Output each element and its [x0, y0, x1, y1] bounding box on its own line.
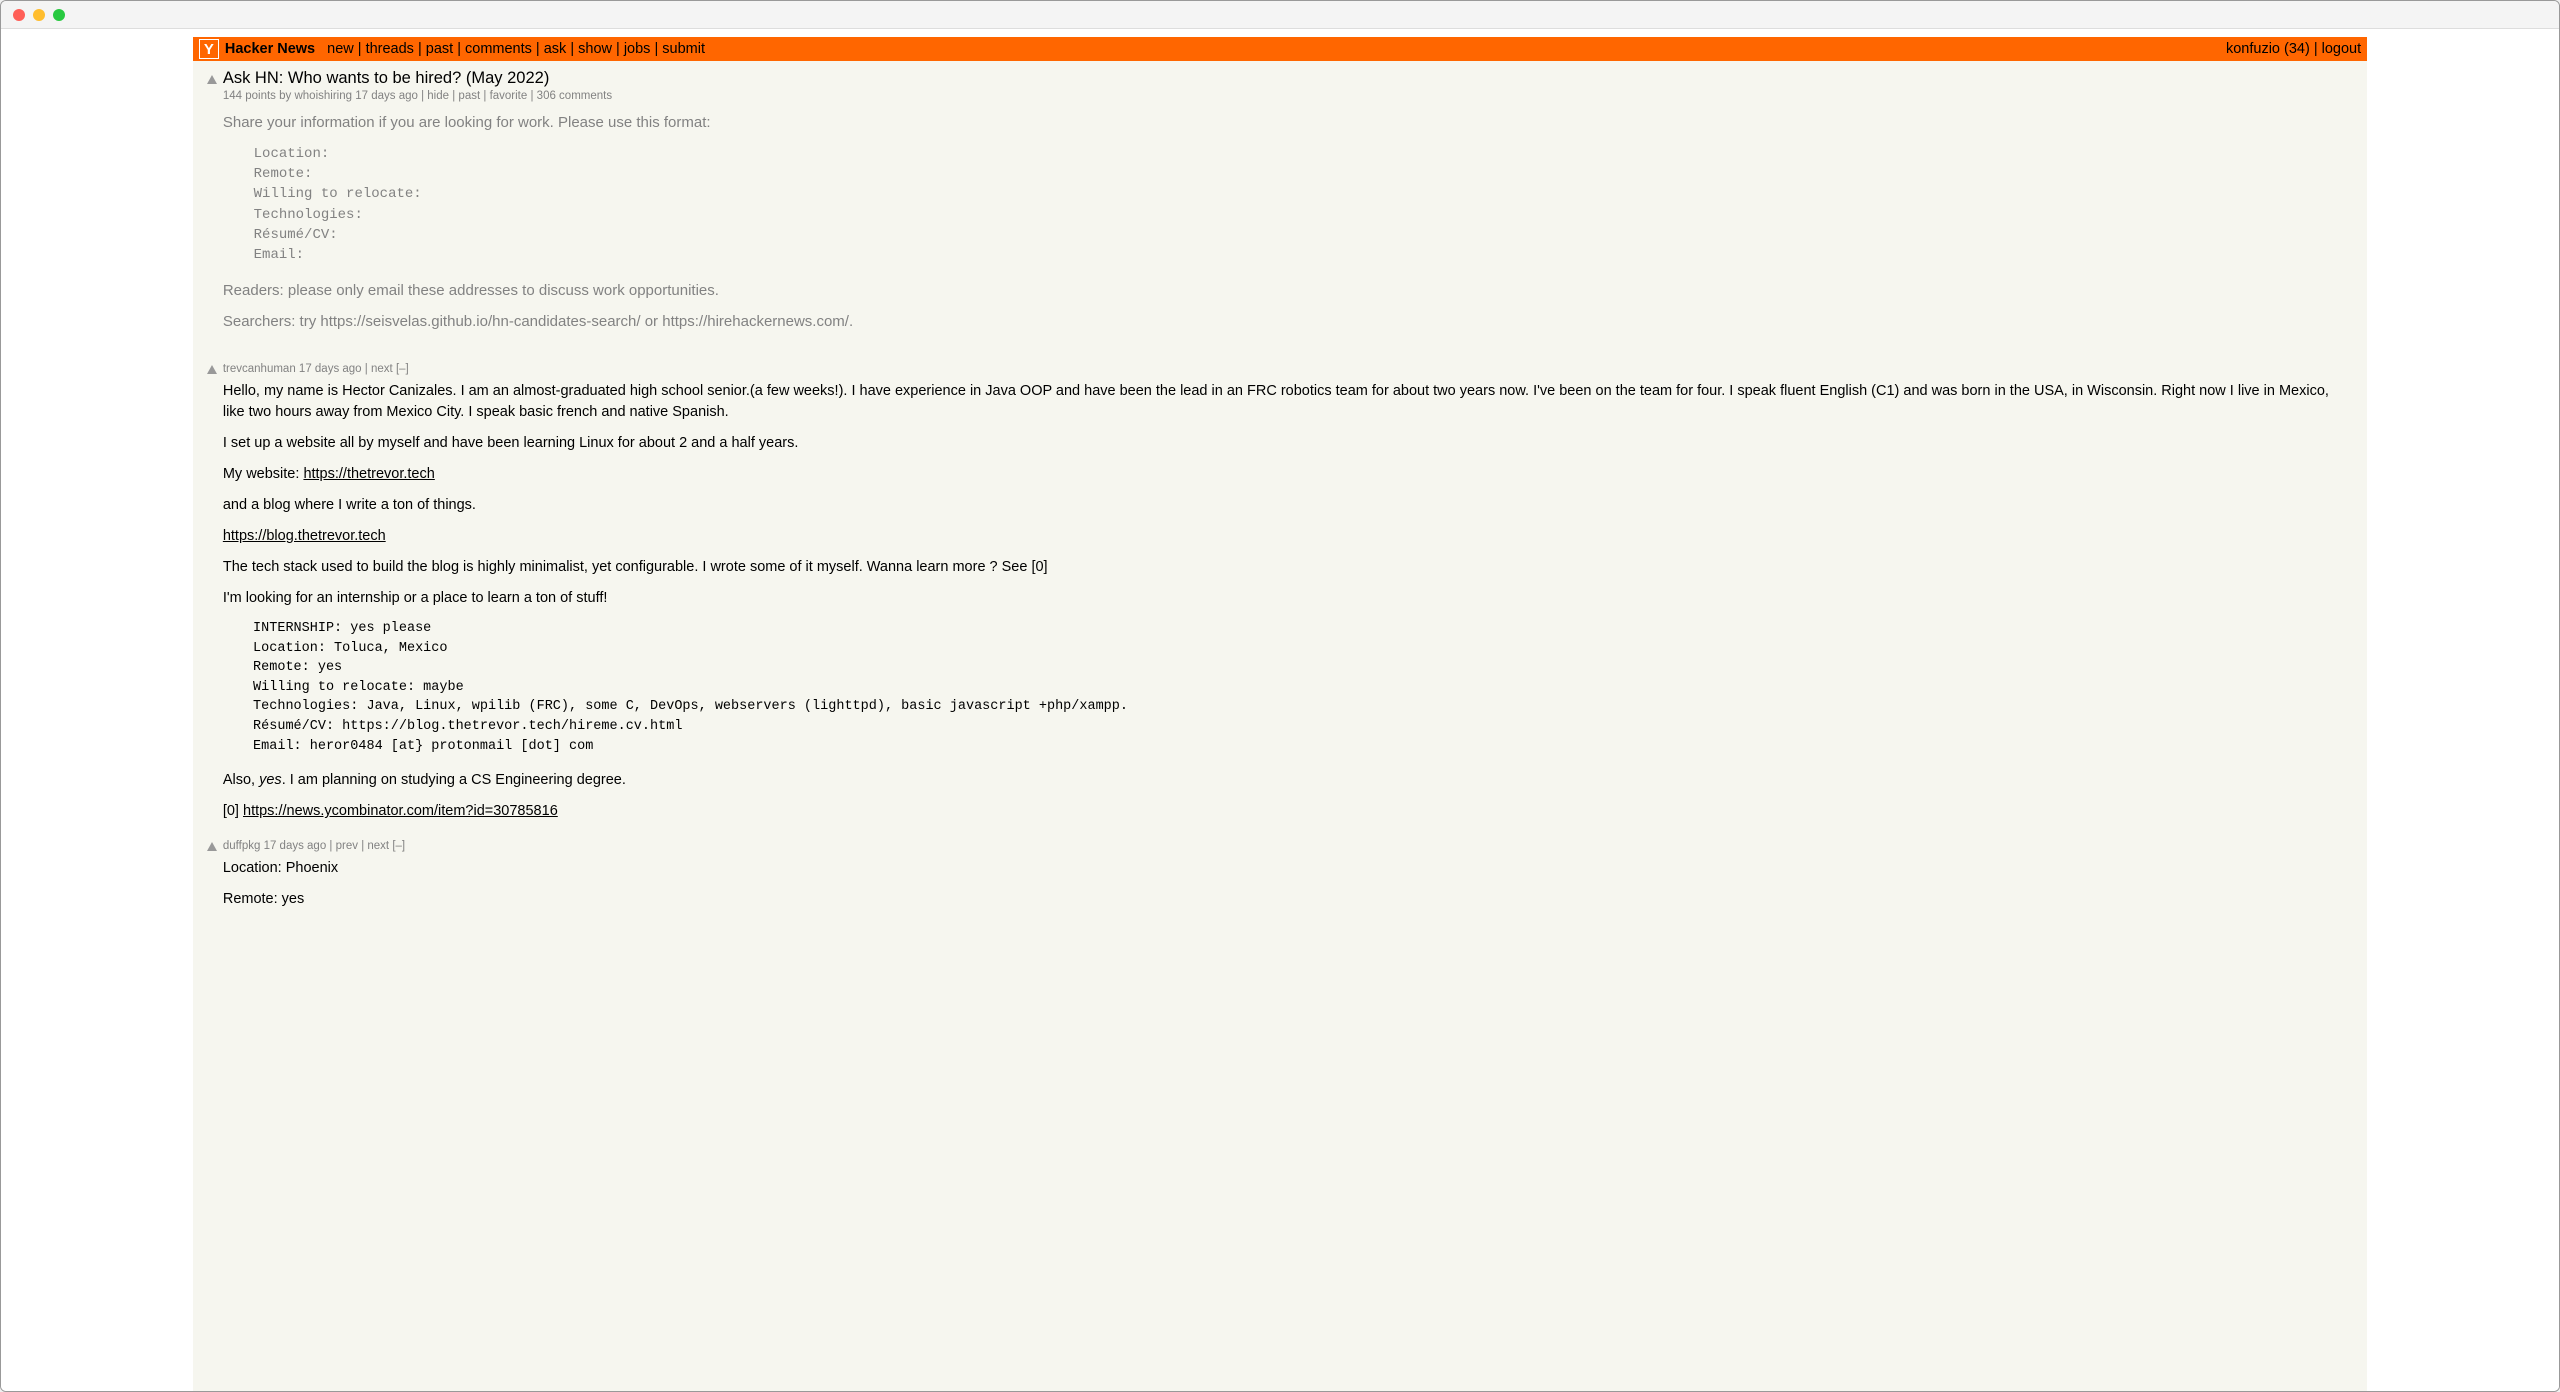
- main-content: Ask HN: Who wants to be hired? (May 2022…: [193, 61, 2367, 950]
- story-subtext: 144 points by whoishiring 17 days ago | …: [223, 90, 2353, 102]
- blog-link[interactable]: https://blog.thetrevor.tech: [223, 528, 386, 544]
- story-header: Ask HN: Who wants to be hired? (May 2022…: [207, 69, 2353, 88]
- comment-author[interactable]: duffpkg: [223, 840, 261, 852]
- comment-header: trevcanhuman 17 days ago | next [–]: [207, 363, 2353, 375]
- user-link[interactable]: konfuzio (34): [2226, 41, 2310, 57]
- window-titlebar: [1, 1, 2559, 29]
- hn-container: Y Hacker News new | threads | past | com…: [193, 37, 2367, 1391]
- comment-body: Location: Phoenix Remote: yes: [223, 858, 2353, 910]
- story-author[interactable]: whoishiring: [294, 90, 352, 102]
- nav-jobs[interactable]: jobs: [624, 41, 651, 57]
- comment-body: Hello, my name is Hector Canizales. I am…: [223, 381, 2353, 822]
- comment-meta: trevcanhuman 17 days ago | next [–]: [223, 363, 409, 375]
- comment-p8: Also, yes. I am planning on studying a C…: [223, 770, 2353, 791]
- comment-age[interactable]: 17 days ago: [264, 840, 327, 852]
- hn-logo[interactable]: Y: [199, 39, 219, 59]
- comment-p2: Remote: yes: [223, 889, 2353, 910]
- comment-age[interactable]: 17 days ago: [299, 363, 362, 375]
- story-template: Location: Remote: Willing to relocate: T…: [237, 144, 2353, 266]
- close-window-button[interactable]: [13, 9, 25, 21]
- story-upvote-icon[interactable]: [207, 75, 217, 84]
- nav-new[interactable]: new: [327, 41, 354, 57]
- user-area: konfuzio (34) | logout: [2226, 41, 2361, 57]
- story-title[interactable]: Ask HN: Who wants to be hired? (May 2022…: [223, 69, 549, 88]
- story-searchers-note: Searchers: try https://seisvelas.github.…: [223, 311, 2353, 333]
- comment-next[interactable]: next: [367, 840, 389, 852]
- comment-collapse[interactable]: [–]: [396, 363, 409, 375]
- traffic-lights: [13, 9, 65, 21]
- browser-frame: Y Hacker News new | threads | past | com…: [0, 0, 2560, 1392]
- comment-collapse[interactable]: [–]: [392, 840, 405, 852]
- story-intro: Share your information if you are lookin…: [223, 112, 2353, 134]
- comment-p4: and a blog where I write a ton of things…: [223, 495, 2353, 516]
- story-favorite[interactable]: favorite: [490, 90, 528, 102]
- minimize-window-button[interactable]: [33, 9, 45, 21]
- comment-p7: I'm looking for an internship or a place…: [223, 588, 2353, 609]
- comment-p1: Location: Phoenix: [223, 858, 2353, 879]
- page-viewport[interactable]: Y Hacker News new | threads | past | com…: [1, 29, 2559, 1391]
- comment-pre: INTERNSHIP: yes please Location: Toluca,…: [237, 619, 2353, 756]
- site-title[interactable]: Hacker News: [225, 41, 315, 57]
- comment-p1: Hello, my name is Hector Canizales. I am…: [223, 381, 2353, 423]
- nav-ask[interactable]: ask: [544, 41, 567, 57]
- story-body: Share your information if you are lookin…: [223, 112, 2353, 333]
- comment-prev[interactable]: prev: [336, 840, 358, 852]
- story-comments-link[interactable]: 306 comments: [537, 90, 612, 102]
- by-label: by: [279, 90, 291, 102]
- comment-upvote-icon[interactable]: [207, 842, 217, 851]
- website-link[interactable]: https://thetrevor.tech: [303, 466, 434, 482]
- comment: duffpkg 17 days ago | prev | next [–] Lo…: [207, 840, 2353, 910]
- comment-p9: [0] https://news.ycombinator.com/item?id…: [223, 801, 2353, 822]
- story-past[interactable]: past: [458, 90, 480, 102]
- nav-threads[interactable]: threads: [366, 41, 414, 57]
- nav-past[interactable]: past: [426, 41, 453, 57]
- nav-comments[interactable]: comments: [465, 41, 532, 57]
- story-hide[interactable]: hide: [427, 90, 449, 102]
- comment-author[interactable]: trevcanhuman: [223, 363, 296, 375]
- top-nav: new | threads | past | comments | ask | …: [327, 41, 705, 57]
- story-readers-note: Readers: please only email these address…: [223, 280, 2353, 302]
- comment-upvote-icon[interactable]: [207, 365, 217, 374]
- nav-show[interactable]: show: [578, 41, 612, 57]
- comment-p6: The tech stack used to build the blog is…: [223, 557, 2353, 578]
- hn-header: Y Hacker News new | threads | past | com…: [193, 37, 2367, 61]
- comment-p2: I set up a website all by myself and hav…: [223, 433, 2353, 454]
- comment-p3: My website: https://thetrevor.tech: [223, 464, 2353, 485]
- nav-submit[interactable]: submit: [662, 41, 705, 57]
- logout-link[interactable]: logout: [2322, 41, 2362, 57]
- comment-meta: duffpkg 17 days ago | prev | next [–]: [223, 840, 405, 852]
- story-age[interactable]: 17 days ago: [355, 90, 418, 102]
- ref-link[interactable]: https://news.ycombinator.com/item?id=307…: [243, 803, 558, 819]
- comment-header: duffpkg 17 days ago | prev | next [–]: [207, 840, 2353, 852]
- maximize-window-button[interactable]: [53, 9, 65, 21]
- comment-p5: https://blog.thetrevor.tech: [223, 526, 2353, 547]
- story-points: 144 points: [223, 90, 276, 102]
- comment: trevcanhuman 17 days ago | next [–] Hell…: [207, 363, 2353, 822]
- comment-next[interactable]: next: [371, 363, 393, 375]
